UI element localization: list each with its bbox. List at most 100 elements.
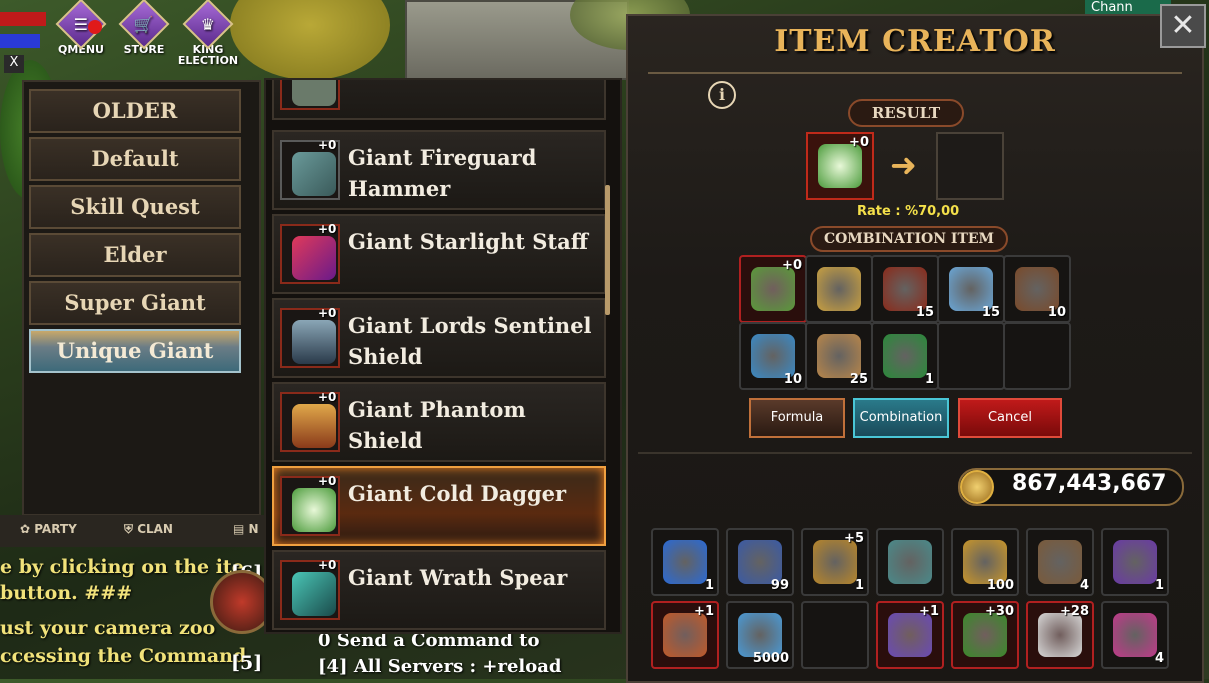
recipe-item[interactable]: +0 Giant Starlight Staff xyxy=(272,214,606,294)
inventory-slot[interactable]: 5000 xyxy=(726,601,794,669)
formula-label: Formula xyxy=(770,410,824,425)
enhance-level: +0 xyxy=(849,135,869,150)
purple-m-icon xyxy=(1113,540,1157,584)
close-small-button[interactable]: X xyxy=(4,55,24,73)
gold-bar-icon xyxy=(817,267,861,311)
item-quantity: 1 xyxy=(704,578,714,593)
combination-button[interactable]: Combination xyxy=(853,398,949,438)
recipe-name: Giant Fireguard Hammer xyxy=(348,145,537,201)
item-quantity: 10 xyxy=(1047,305,1066,320)
enhance-level: +0 xyxy=(318,306,337,320)
item-quantity: 4 xyxy=(1154,651,1164,666)
category-super-giant[interactable]: Super Giant xyxy=(29,281,241,325)
enhance-level: +30 xyxy=(985,604,1014,619)
combination-slot[interactable]: 15 xyxy=(871,255,939,323)
recipe-list: +0 Giant Fireguard Hammer +0 Giant Starl… xyxy=(264,78,622,634)
item-quantity: 1 xyxy=(854,578,864,593)
enhance-level: +1 xyxy=(919,604,939,619)
combination-empty-slot[interactable] xyxy=(1003,322,1071,390)
inventory-slot[interactable] xyxy=(876,528,944,596)
phantom-shield-icon xyxy=(292,404,336,448)
recipe-item-selected[interactable]: +0 Giant Cold Dagger xyxy=(272,466,606,546)
recipe-item[interactable]: +0 Giant Lords Sentinel Shield xyxy=(272,298,606,378)
category-label: Super Giant xyxy=(64,290,206,315)
recipe-item[interactable] xyxy=(272,80,606,120)
enhance-level: +0 xyxy=(318,558,337,572)
recipe-item[interactable]: +0 Giant Phantom Shield xyxy=(272,382,606,462)
cancel-button[interactable]: Cancel xyxy=(958,398,1062,438)
chat-line: ust your camera zoo xyxy=(0,617,216,639)
window-title: ITEM CREATOR xyxy=(774,24,1056,59)
inventory-slot[interactable]: +1 xyxy=(876,601,944,669)
hp-bar xyxy=(0,12,46,26)
enhance-level: +0 xyxy=(318,222,337,236)
combination-label: Combination xyxy=(859,410,943,425)
category-unique-giant[interactable]: Unique Giant xyxy=(29,329,241,373)
enhance-level: +0 xyxy=(318,138,337,152)
combination-empty-slot[interactable] xyxy=(937,322,1005,390)
category-skill-quest[interactable]: Skill Quest xyxy=(29,185,241,229)
chat-tab-label: CLAN xyxy=(137,522,173,536)
recipe-name: Giant Lords Sentinel Shield xyxy=(348,313,592,369)
chat-tab-clan[interactable]: ⛨ CLAN xyxy=(124,522,173,537)
success-rate: Rate : %70,00 xyxy=(857,204,960,219)
combination-slot[interactable]: 10 xyxy=(739,322,807,390)
chat-tab-party[interactable]: ✿ PARTY xyxy=(20,522,77,536)
inventory-slot[interactable]: 99 xyxy=(726,528,794,596)
scenery-tree xyxy=(230,0,390,80)
formula-button[interactable]: Formula xyxy=(749,398,845,438)
item-quantity: 4 xyxy=(1079,578,1089,593)
category-elder[interactable]: Elder xyxy=(29,233,241,277)
gold-medallion-icon xyxy=(813,540,857,584)
chat-line: ccessing the Command xyxy=(0,645,247,667)
category-default[interactable]: Default xyxy=(29,137,241,181)
fire-ring-icon xyxy=(663,613,707,657)
chat-line: e by clicking on the ite xyxy=(0,556,244,578)
combination-slot[interactable]: +0 xyxy=(739,255,807,323)
recipe-list-scrollbar[interactable] xyxy=(605,185,610,315)
info-icon[interactable]: i xyxy=(708,81,736,109)
combination-slot[interactable] xyxy=(805,255,873,323)
combination-slot[interactable]: 25 xyxy=(805,322,873,390)
inventory-slot[interactable]: +30 xyxy=(951,601,1019,669)
king-election-button[interactable]: ♛ KING ELECTION xyxy=(177,0,239,66)
close-button[interactable]: ✕ xyxy=(1160,4,1206,48)
inventory-slot[interactable]: 4 xyxy=(1101,601,1169,669)
section-divider xyxy=(638,452,1192,454)
recipe-item[interactable]: +0 Giant Fireguard Hammer xyxy=(272,130,606,210)
recipe-item[interactable]: +0 Giant Wrath Spear xyxy=(272,550,606,630)
enhance-level: +28 xyxy=(1060,604,1089,619)
inventory-slot[interactable]: 4 xyxy=(1026,528,1094,596)
white-blade-icon xyxy=(1038,613,1082,657)
category-label: Unique Giant xyxy=(56,338,214,363)
recipe-name: Giant Wrath Spear xyxy=(348,565,568,590)
sentinel-shield-icon xyxy=(292,320,336,364)
store-button[interactable]: 🛒 STORE xyxy=(113,0,175,55)
pickaxe-icon xyxy=(888,613,932,657)
wrath-spear-icon xyxy=(292,572,336,616)
item-quantity: 25 xyxy=(849,372,868,387)
cold-dagger-icon xyxy=(292,488,336,532)
hammer-icon xyxy=(292,152,336,196)
inventory-slot[interactable]: +5 1 xyxy=(801,528,869,596)
title-divider xyxy=(648,72,1182,74)
category-label: Skill Quest xyxy=(70,194,200,219)
combination-slot[interactable]: 15 xyxy=(937,255,1005,323)
inventory-slot[interactable]: 1 xyxy=(1101,528,1169,596)
result-item-slot[interactable]: +0 xyxy=(806,132,874,200)
output-item-slot[interactable] xyxy=(936,132,1004,200)
combination-slot[interactable]: 10 xyxy=(1003,255,1071,323)
inventory-slot[interactable]: 100 xyxy=(951,528,1019,596)
item-quantity: 100 xyxy=(986,578,1014,593)
category-panel: OLDER Default Skill Quest Elder Super Gi… xyxy=(22,80,261,516)
qmenu-button[interactable]: ☰ QMENU xyxy=(50,0,112,55)
enhance-level: +5 xyxy=(844,531,864,546)
inventory-slot[interactable]: +28 xyxy=(1026,601,1094,669)
category-older[interactable]: OLDER xyxy=(29,89,241,133)
chat-line: [4] All Servers : +reload xyxy=(318,656,562,677)
inventory-slot[interactable]: +1 xyxy=(651,601,719,669)
inventory-empty-slot[interactable] xyxy=(801,601,869,669)
chat-tab-n[interactable]: ▤ N xyxy=(233,522,259,536)
inventory-slot[interactable]: 1 xyxy=(651,528,719,596)
combination-slot[interactable]: 1 xyxy=(871,322,939,390)
